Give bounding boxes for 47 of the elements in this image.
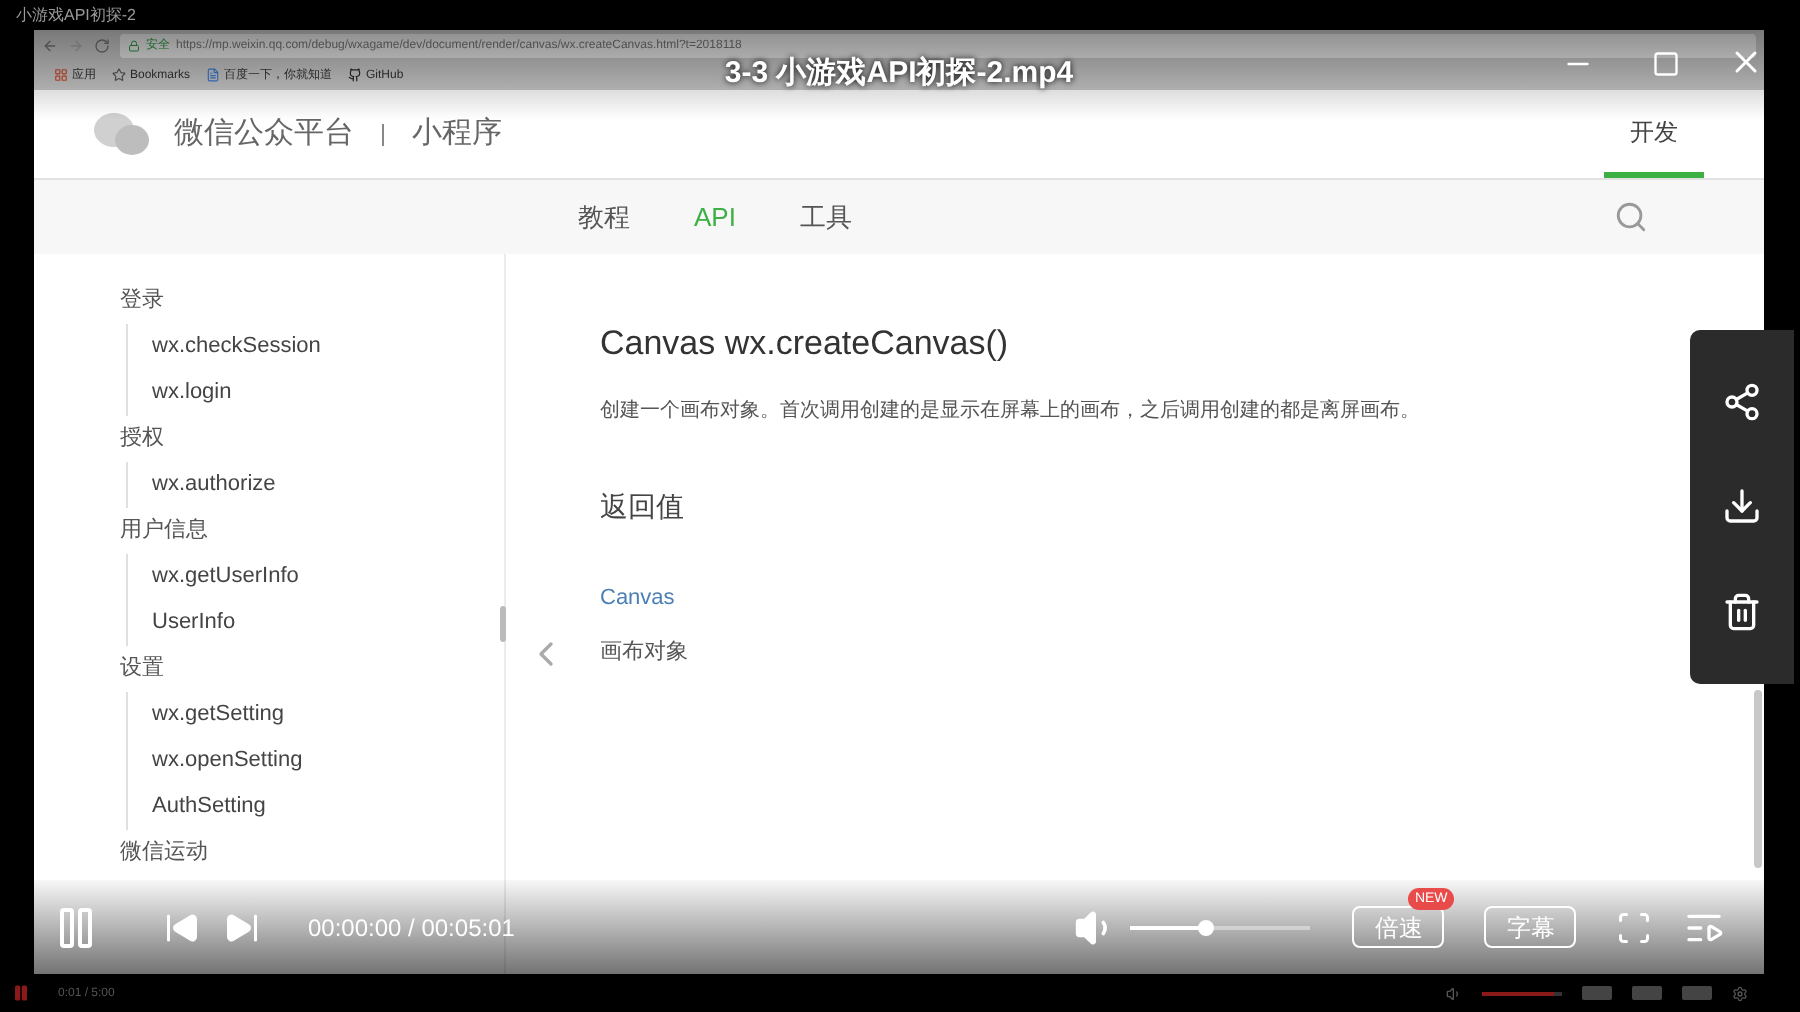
sidebar-group[interactable]: 微信运动 bbox=[120, 830, 208, 876]
reload-icon[interactable] bbox=[94, 37, 110, 53]
previous-icon[interactable] bbox=[164, 909, 200, 945]
fullscreen-icon[interactable] bbox=[1616, 909, 1653, 945]
sidebar-item[interactable]: wx.getSetting bbox=[152, 692, 504, 738]
video-title: 3-3 小游戏API初探-2.mp4 bbox=[724, 54, 1074, 95]
sidebar-item[interactable]: wx.login bbox=[152, 370, 504, 416]
apps-icon bbox=[54, 68, 68, 82]
forward-icon[interactable] bbox=[68, 37, 84, 53]
sidebar-group[interactable]: 授权 bbox=[120, 416, 164, 462]
sidebar-item[interactable]: wx.openSetting bbox=[152, 738, 504, 784]
api-description: 创建一个画布对象。首次调用创建的是显示在屏幕上的画布，之后调用创建的都是离屏画布。 bbox=[600, 397, 1420, 425]
star-icon bbox=[112, 68, 126, 82]
playback-time: 00:00:00 / 00:05:01 bbox=[308, 911, 515, 945]
volume-icon[interactable] bbox=[1446, 985, 1462, 1001]
api-title: Canvas wx.createCanvas() bbox=[600, 322, 1009, 366]
nav-tab[interactable]: 工具 bbox=[799, 197, 852, 237]
download-icon[interactable] bbox=[1722, 486, 1762, 527]
back-icon[interactable] bbox=[42, 37, 58, 53]
scrollbar-thumb[interactable] bbox=[500, 606, 506, 642]
section-heading: 返回值 bbox=[600, 487, 684, 525]
speech-bubbles-icon bbox=[94, 112, 150, 156]
scrollbar-thumb[interactable] bbox=[1754, 690, 1762, 868]
brand-name: 微信公众平台 bbox=[174, 113, 354, 154]
sidebar-group[interactable]: 用户信息 bbox=[120, 508, 208, 554]
sidebar-item[interactable]: AuthSetting bbox=[152, 784, 504, 830]
github-icon bbox=[348, 68, 363, 82]
sidebar-item[interactable]: wx.getUserInfo bbox=[152, 554, 504, 600]
lock-icon bbox=[128, 39, 140, 51]
share-icon[interactable] bbox=[1722, 382, 1762, 423]
pause-icon[interactable] bbox=[12, 984, 30, 1002]
settings-icon[interactable] bbox=[1732, 985, 1748, 1001]
nav-tab[interactable]: 教程 bbox=[578, 197, 630, 237]
window-title: 小游戏API初探-2 bbox=[16, 7, 137, 23]
sidebar-item[interactable]: wx.authorize bbox=[152, 462, 504, 508]
sidebar-item[interactable]: wx.checkSession bbox=[152, 324, 504, 370]
page-icon bbox=[206, 68, 221, 82]
next-icon[interactable] bbox=[224, 909, 260, 945]
search-icon[interactable] bbox=[1614, 200, 1648, 234]
sidebar-group[interactable]: 登录 bbox=[120, 278, 164, 324]
sidebar-group[interactable]: 设置 bbox=[120, 646, 164, 692]
delete-icon[interactable] bbox=[1722, 591, 1762, 632]
return-type-link[interactable]: Canvas bbox=[600, 581, 675, 614]
sidebar-item[interactable]: UserInfo bbox=[152, 600, 504, 646]
return-description: 画布对象 bbox=[600, 638, 688, 668]
maximize-icon[interactable] bbox=[1652, 50, 1680, 78]
section-name: 小程序 bbox=[412, 113, 502, 154]
